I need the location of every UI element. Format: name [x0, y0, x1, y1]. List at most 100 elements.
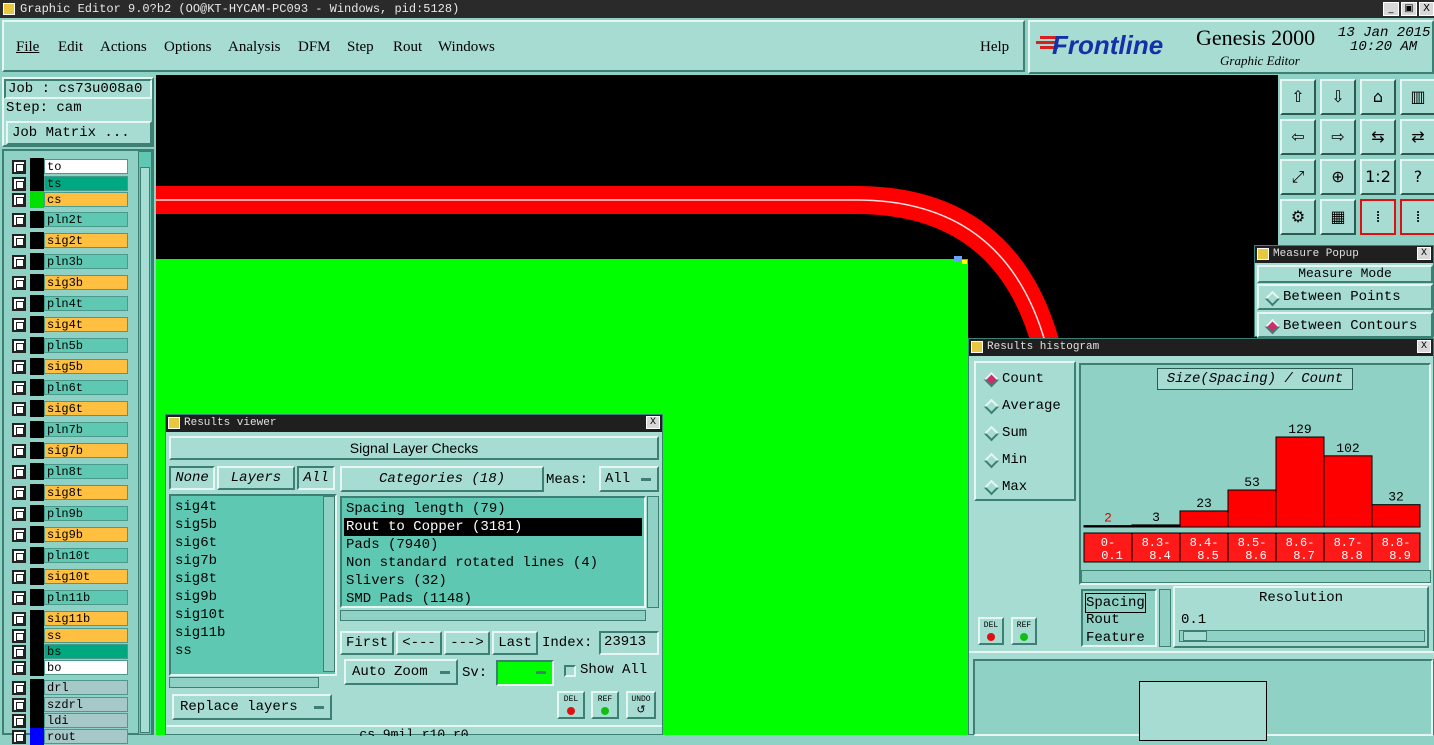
layer-name[interactable]: pln5b: [44, 338, 128, 353]
layer-checkbox[interactable]: [12, 549, 26, 563]
histogram-mode-min[interactable]: Min: [980, 449, 1074, 471]
index-input[interactable]: 23913: [599, 631, 659, 655]
category-item[interactable]: Non standard rotated lines (4): [344, 554, 642, 572]
type-feature[interactable]: Feature: [1086, 629, 1145, 647]
layer-checkbox[interactable]: [12, 570, 26, 584]
layer-row-pln5b[interactable]: pln5b: [12, 337, 128, 354]
histogram-mode-sum[interactable]: Sum: [980, 422, 1074, 444]
layer-row-szdrl[interactable]: szdrl: [12, 696, 128, 713]
layer-name[interactable]: szdrl: [44, 697, 128, 712]
layers-active-button[interactable]: ⁞: [1400, 199, 1434, 235]
layer-checkbox[interactable]: [12, 465, 26, 479]
swap-button[interactable]: ⇄: [1400, 119, 1434, 155]
layer-result-item[interactable]: sig5b: [175, 516, 331, 534]
histogram-ref-button[interactable]: REF: [1011, 617, 1037, 645]
histogram-type-list[interactable]: Spacing Rout Feature: [1081, 589, 1157, 647]
layer-name[interactable]: sig8t: [44, 485, 128, 500]
layer-name[interactable]: sig6t: [44, 401, 128, 416]
layer-checkbox[interactable]: [12, 681, 26, 695]
layer-checkbox[interactable]: [12, 612, 26, 626]
category-item[interactable]: Slivers (32): [344, 572, 642, 590]
layer-row-pln10t[interactable]: pln10t: [12, 547, 128, 564]
layer-name[interactable]: pln3b: [44, 254, 128, 269]
layer-checkbox[interactable]: [12, 645, 26, 659]
layer-name[interactable]: drl: [44, 680, 128, 695]
scale-1-2-button[interactable]: 1:2: [1360, 159, 1396, 195]
layer-name[interactable]: sig9b: [44, 527, 128, 542]
layer-name[interactable]: ss: [44, 628, 128, 643]
layer-row-sig5b[interactable]: sig5b: [12, 358, 128, 375]
layer-row-sig9b[interactable]: sig9b: [12, 526, 128, 543]
radio-between-contours[interactable]: [1264, 318, 1281, 335]
mirror-button[interactable]: ⇆: [1360, 119, 1396, 155]
option-between-contours[interactable]: Between Contours: [1257, 312, 1433, 338]
layer-name[interactable]: sig5b: [44, 359, 128, 374]
layer-checkbox[interactable]: [12, 402, 26, 416]
layer-checkbox[interactable]: [12, 297, 26, 311]
layer-row-rout[interactable]: rout: [12, 728, 128, 745]
layer-row-sig2t[interactable]: sig2t: [12, 232, 128, 249]
layer-checkbox[interactable]: [12, 339, 26, 353]
layer-row-drl[interactable]: drl: [12, 679, 128, 696]
menu-dfm[interactable]: DFM: [298, 39, 331, 56]
histogram-mode-radio[interactable]: [983, 479, 1000, 496]
results-viewer-close-button[interactable]: X: [646, 416, 660, 429]
layer-name[interactable]: cs: [44, 192, 128, 207]
layer-checkbox[interactable]: [12, 444, 26, 458]
layer-name[interactable]: sig7b: [44, 443, 128, 458]
layer-name[interactable]: sig4t: [44, 317, 128, 332]
category-item[interactable]: Pads (7940): [344, 536, 642, 554]
replace-layers-dropdown[interactable]: Replace layers: [172, 694, 332, 720]
histogram-mode-radio[interactable]: [983, 371, 1000, 388]
category-list[interactable]: Spacing length (79) Rout to Copper (3181)…: [340, 496, 646, 608]
restore-button[interactable]: ▣: [1401, 2, 1417, 16]
layer-row-ldi[interactable]: ldi: [12, 712, 128, 729]
layer-row-sig3b[interactable]: sig3b: [12, 274, 128, 291]
categories-button[interactable]: Categories (18): [340, 466, 544, 492]
right-button[interactable]: ⇨: [1320, 119, 1356, 155]
meas-dropdown[interactable]: All: [599, 466, 659, 492]
signal-layer-checks-heading[interactable]: Signal Layer Checks: [169, 436, 659, 460]
first-button[interactable]: First: [340, 631, 394, 655]
radio-between-points[interactable]: [1264, 290, 1281, 307]
layer-row-pln8t[interactable]: pln8t: [12, 463, 128, 480]
histogram-mode-radio[interactable]: [983, 452, 1000, 469]
layer-row-bo[interactable]: bo: [12, 659, 128, 676]
menu-help[interactable]: Help: [980, 39, 1009, 56]
layer-row-sig6t[interactable]: sig6t: [12, 400, 128, 417]
layer-name[interactable]: bo: [44, 660, 128, 675]
tools-button[interactable]: ⚙: [1280, 199, 1316, 235]
layer-name[interactable]: sig11b: [44, 611, 128, 626]
menu-windows[interactable]: Windows: [438, 39, 495, 56]
layer-result-item[interactable]: ss: [175, 642, 331, 660]
last-button[interactable]: Last: [492, 631, 538, 655]
layer-row-to[interactable]: to: [12, 158, 128, 175]
layer-checkbox[interactable]: [12, 177, 26, 191]
layer-row-pln6t[interactable]: pln6t: [12, 379, 128, 396]
category-item[interactable]: SMD Pads (1148): [344, 590, 642, 608]
menu-edit[interactable]: Edit: [58, 39, 83, 56]
ref-button[interactable]: REF: [591, 691, 619, 719]
layer-checkbox[interactable]: [12, 276, 26, 290]
measure-popup-close-button[interactable]: X: [1417, 247, 1431, 260]
layer-row-pln2t[interactable]: pln2t: [12, 211, 128, 228]
layer-name[interactable]: pln4t: [44, 296, 128, 311]
layer-checkbox[interactable]: [12, 193, 26, 207]
layer-checkbox[interactable]: [12, 360, 26, 374]
layer-name[interactable]: pln10t: [44, 548, 128, 563]
type-list-scrollbar[interactable]: [1159, 589, 1171, 647]
layer-name[interactable]: to: [44, 159, 128, 174]
layers-button[interactable]: ⁞: [1360, 199, 1396, 235]
layer-name[interactable]: pln6t: [44, 380, 128, 395]
layer-result-item[interactable]: sig9b: [175, 588, 331, 606]
next-button[interactable]: --->: [444, 631, 490, 655]
grid-button[interactable]: ▦: [1320, 199, 1356, 235]
layer-row-ts[interactable]: ts: [12, 175, 128, 192]
none-button[interactable]: None: [169, 466, 215, 490]
histogram-mode-radio[interactable]: [983, 425, 1000, 442]
layer-name[interactable]: sig2t: [44, 233, 128, 248]
job-matrix-button[interactable]: Job Matrix ...: [6, 121, 152, 145]
type-spacing[interactable]: Spacing: [1085, 593, 1146, 613]
layer-name[interactable]: pln2t: [44, 212, 128, 227]
layer-result-item[interactable]: sig4t: [175, 498, 331, 516]
